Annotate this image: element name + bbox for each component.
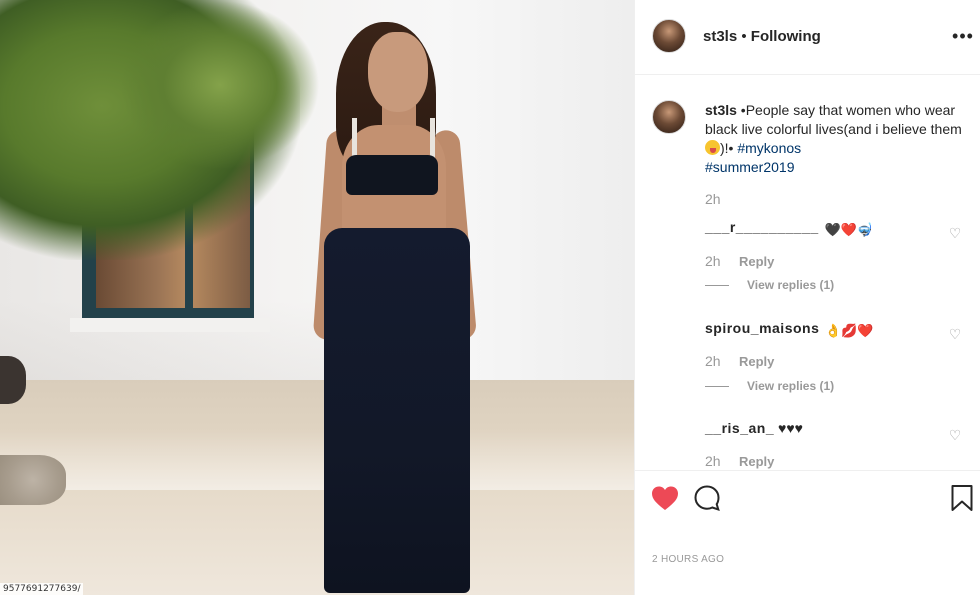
replies-divider [705,386,729,387]
heart-outline-icon[interactable]: ♡ [948,428,962,442]
photo-person-top [346,155,438,195]
comment-line: ___r__________ 🖤❤️🤿 [705,219,873,237]
comment-username[interactable]: __ris_an_ [705,420,774,436]
photo-watermark: 9577691277639/ [0,583,84,595]
caption-text: st3ls •People say that women who wear bl… [705,101,967,177]
view-replies-button[interactable]: View replies (1) [747,278,834,292]
heart-outline-icon[interactable]: ♡ [948,327,962,341]
view-replies-button[interactable]: View replies (1) [747,379,834,393]
following-button[interactable]: Following [751,28,821,45]
diving-mask-emoji-icon: 🤿 [856,222,873,237]
photo-window-sill [70,318,270,332]
comment-time[interactable]: 2h [705,453,721,469]
bookmark-icon[interactable] [950,484,974,512]
black-heart-emoji-icon: 🖤 [824,222,841,237]
comments-list[interactable]: st3ls •People say that women who wear bl… [635,76,980,470]
comment-icon[interactable] [693,484,721,512]
post-actions: 2 HOURS AGO [635,470,980,595]
avatar[interactable] [652,19,686,53]
reply-button[interactable]: Reply [739,354,774,369]
photo-person-strap-right [430,118,435,160]
comment-username[interactable]: spirou_maisons [705,320,819,336]
red-heart-emoji-icon: ❤️ [840,222,857,237]
tongue-emoji-icon [705,140,720,155]
reply-button[interactable]: Reply [739,254,774,269]
post-sidebar: st3ls • Following ••• st3ls •People say … [634,0,980,595]
heart-outline-icon[interactable]: ♡ [948,226,962,240]
photo-olive-tree-top [120,0,320,170]
caption-body: •People say that women who wear black li… [705,102,962,137]
caption-time[interactable]: 2h [705,191,721,207]
replies-divider [705,285,729,286]
kiss-mark-emoji-icon: 💋 [841,323,858,338]
black-hearts-emoji-icon: ♥♥♥ [778,420,803,436]
reply-button[interactable]: Reply [739,454,774,469]
more-options-icon[interactable]: ••• [952,26,974,46]
comment-line: spirou_maisons 👌💋❤️ [705,320,874,338]
red-heart-emoji-icon: ❤️ [857,323,874,338]
comment-time[interactable]: 2h [705,353,721,369]
comment-time[interactable]: 2h [705,253,721,269]
photo-gravel [0,455,66,505]
header-username[interactable]: st3ls [703,28,737,45]
comment-username[interactable]: ___r__________ [705,219,819,235]
ok-hand-emoji-icon: 👌 [825,323,842,338]
post-header: st3ls • Following ••• [635,0,980,75]
header-separator: • [737,28,751,45]
comment-line: __ris_an_ ♥♥♥ [705,420,803,436]
caption-username[interactable]: st3ls [705,102,737,118]
posted-time[interactable]: 2 HOURS AGO [652,554,724,565]
hashtag-mykonos[interactable]: #mykonos [737,140,801,156]
photo-floor-light [0,430,634,490]
caption-avatar[interactable] [652,100,686,134]
photo-pot [0,356,26,404]
heart-icon[interactable] [650,484,680,512]
photo-person-skirt [324,228,470,593]
header-user-line: st3ls • Following [703,28,821,46]
caption-body-end: )!• [720,140,738,156]
post-photo[interactable]: 9577691277639/ [0,0,634,595]
photo-person-strap-left [352,118,357,160]
photo-person-face [368,32,428,112]
hashtag-summer2019[interactable]: #summer2019 [705,159,795,175]
